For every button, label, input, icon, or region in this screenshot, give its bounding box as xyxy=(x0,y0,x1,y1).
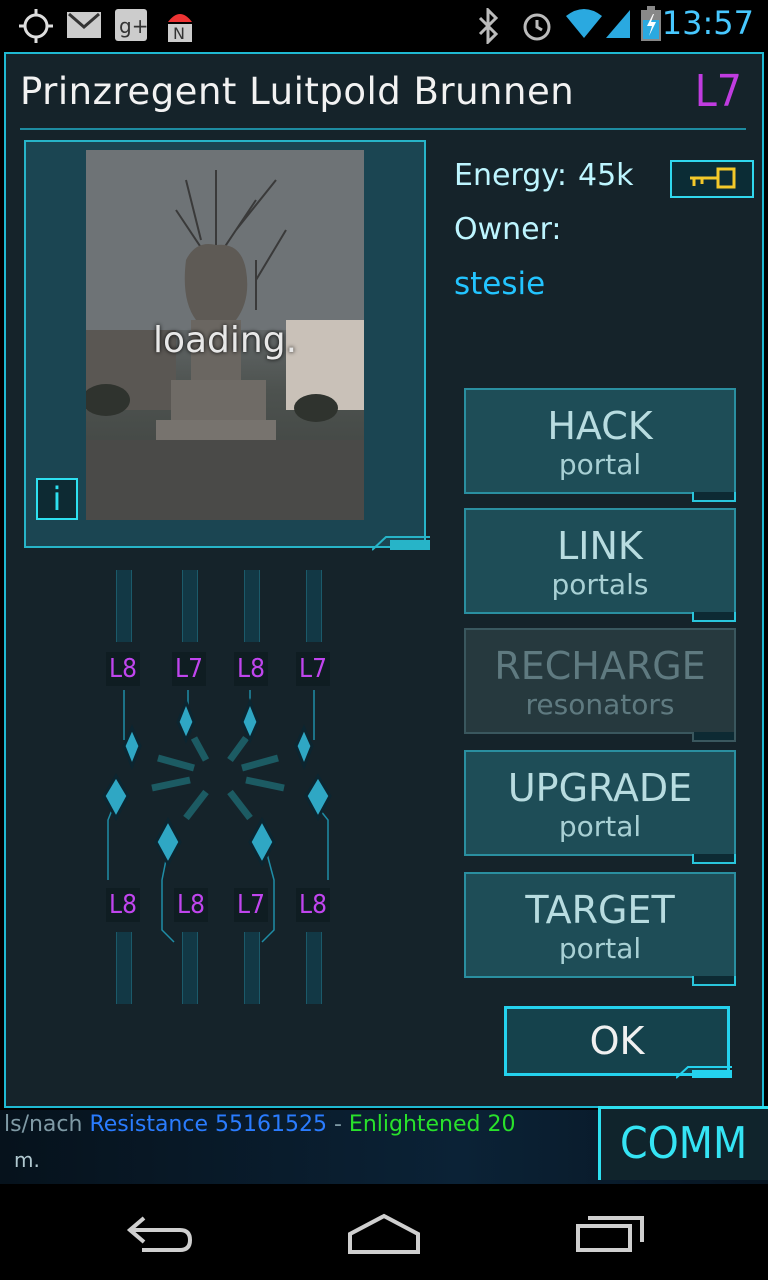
resonator-slot-top xyxy=(306,570,322,642)
owner-label: Owner: xyxy=(454,212,562,247)
resonator-slot-bottom xyxy=(244,932,260,1004)
resonator-level: L8 xyxy=(106,888,140,922)
key-button[interactable] xyxy=(670,160,754,198)
home-icon[interactable] xyxy=(346,1212,422,1256)
google-plus-icon: g+ xyxy=(115,9,148,41)
title-divider xyxy=(20,128,746,130)
portal-level: L7 xyxy=(694,66,742,117)
panel-corner-decoration xyxy=(372,536,430,551)
gmail-icon xyxy=(67,12,101,38)
ok-corner-decoration xyxy=(676,1066,732,1079)
upgrade-sublabel: portal xyxy=(558,810,642,843)
hack-portal-button[interactable]: HACK portal xyxy=(464,388,736,502)
resonator-slot-bottom xyxy=(182,932,198,1004)
comm-feed-line-2: m. xyxy=(14,1148,40,1172)
recharge-sublabel: resonators xyxy=(525,688,675,721)
button-corner-decoration xyxy=(692,612,736,622)
clock: 13:57 xyxy=(661,4,754,42)
cell-signal-icon xyxy=(606,10,630,38)
owner-name[interactable]: stesie xyxy=(454,266,545,302)
ingress-icon: N xyxy=(168,14,192,43)
target-label: TARGET xyxy=(525,888,675,932)
key-icon xyxy=(690,167,736,189)
wifi-icon xyxy=(566,9,602,38)
comm-feed-enlightened: Enlightened 20 xyxy=(348,1112,516,1137)
recent-apps-icon[interactable] xyxy=(574,1214,646,1254)
button-corner-decoration xyxy=(692,854,736,864)
upgrade-label: UPGRADE xyxy=(507,766,693,810)
alarm-icon xyxy=(523,13,551,41)
resonator-slot-bottom xyxy=(116,932,132,1004)
resonator-slot-top xyxy=(182,570,198,642)
comm-feed-resistance: Resistance 55161525 xyxy=(89,1112,327,1137)
button-corner-decoration xyxy=(692,976,736,986)
loading-text: loading. xyxy=(152,320,298,361)
resonator-slot-top xyxy=(244,570,260,642)
energy-label: Energy: xyxy=(454,158,567,193)
gps-icon xyxy=(19,9,53,43)
svg-text:N: N xyxy=(173,24,185,43)
comm-feed-line: ls/nach Resistance 55161525 - Enlightene… xyxy=(4,1112,516,1137)
comm-label: COMM xyxy=(620,1118,748,1169)
battery-charging-icon xyxy=(641,6,661,41)
back-icon[interactable] xyxy=(124,1212,194,1254)
hack-label: HACK xyxy=(547,404,653,448)
bluetooth-icon xyxy=(478,8,499,44)
energy-value: 45k xyxy=(578,158,634,193)
upgrade-portal-button[interactable]: UPGRADE portal xyxy=(464,750,736,864)
resonator-slot-top xyxy=(116,570,132,642)
comm-feed-prefix: ls/nach xyxy=(4,1112,83,1137)
resonator-level: L7 xyxy=(234,888,268,922)
target-portal-button[interactable]: TARGET portal xyxy=(464,872,736,986)
recharge-label: RECHARGE xyxy=(494,644,706,688)
button-corner-decoration xyxy=(692,732,736,742)
target-sublabel: portal xyxy=(558,932,642,965)
recharge-resonators-button[interactable]: RECHARGE resonators xyxy=(464,628,736,742)
resonator-level: L8 xyxy=(296,888,330,922)
button-corner-decoration xyxy=(692,492,736,502)
link-label: LINK xyxy=(557,524,643,568)
hack-sublabel: portal xyxy=(558,448,642,481)
portal-title: Prinzregent Luitpold Brunnen xyxy=(20,70,575,113)
resonator-slot-bottom xyxy=(306,932,322,1004)
info-button[interactable]: i xyxy=(36,478,78,520)
resonator-level: L8 xyxy=(174,888,208,922)
link-portals-button[interactable]: LINK portals xyxy=(464,508,736,622)
svg-text:g+: g+ xyxy=(119,14,148,38)
link-sublabel: portals xyxy=(551,568,649,601)
comm-feed-dash: - xyxy=(326,1112,349,1137)
